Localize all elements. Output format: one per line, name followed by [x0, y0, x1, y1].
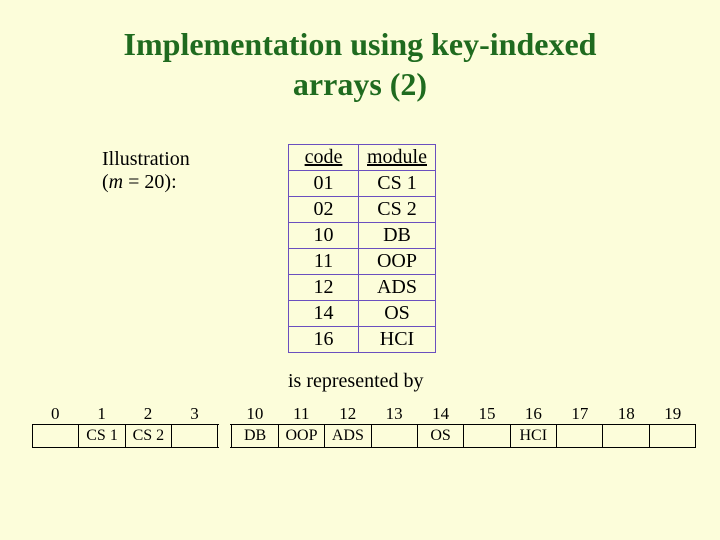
cell-code: 01	[289, 171, 359, 197]
illustration-paren: (	[102, 171, 109, 193]
cell-module: DB	[359, 223, 436, 249]
illustration-word: Illustration	[102, 148, 190, 170]
array-cell	[372, 425, 418, 447]
array-index: 19	[649, 404, 695, 424]
slide-title: Implementation using key-indexed arrays …	[0, 0, 720, 104]
array-index: 2	[125, 404, 171, 424]
cell-module: OOP	[359, 249, 436, 275]
cell-code: 14	[289, 301, 359, 327]
array-index: 11	[278, 404, 324, 424]
ellipsis-gap	[218, 425, 232, 447]
array-index: 18	[603, 404, 649, 424]
array-cells: CS 1 CS 2 DB OOP ADS OS HCI	[32, 424, 696, 448]
table-row: 16HCI	[289, 327, 436, 353]
modules-table: code module 01CS 1 02CS 2 10DB 11OOP 12A…	[288, 144, 436, 353]
array-cell: OS	[418, 425, 464, 447]
illustration-eq: = 20):	[123, 171, 177, 193]
illustration-label: Illustration (m = 20):	[102, 148, 190, 194]
table-row: 02CS 2	[289, 197, 436, 223]
table-row: 14OS	[289, 301, 436, 327]
array-cell: DB	[232, 425, 278, 447]
array-index: 15	[464, 404, 510, 424]
array-cell	[650, 425, 695, 447]
array-indices: 0 1 2 3 10 11 12 13 14 15 16 17 18 19	[32, 404, 696, 424]
cell-module: OS	[359, 301, 436, 327]
table-row: 12ADS	[289, 275, 436, 301]
header-code: code	[289, 145, 359, 171]
table-row: 11OOP	[289, 249, 436, 275]
array-cell: CS 1	[79, 425, 125, 447]
array-cell	[464, 425, 510, 447]
array-diagram: 0 1 2 3 10 11 12 13 14 15 16 17 18 19 CS…	[32, 404, 696, 448]
array-index: 10	[232, 404, 278, 424]
array-index: 12	[325, 404, 371, 424]
array-cell	[172, 425, 218, 447]
array-cell: OOP	[279, 425, 325, 447]
array-cell	[557, 425, 603, 447]
illustration-m: m	[109, 171, 123, 193]
array-cell	[33, 425, 79, 447]
array-cell	[603, 425, 649, 447]
cell-code: 11	[289, 249, 359, 275]
cell-module: ADS	[359, 275, 436, 301]
array-index: 17	[557, 404, 603, 424]
title-line-2: arrays (2)	[293, 66, 427, 102]
cell-code: 12	[289, 275, 359, 301]
array-index: 0	[32, 404, 78, 424]
cell-module: CS 1	[359, 171, 436, 197]
array-cell: HCI	[511, 425, 557, 447]
array-index: 1	[78, 404, 124, 424]
cell-code: 16	[289, 327, 359, 353]
array-index: 16	[510, 404, 556, 424]
array-cell: ADS	[325, 425, 371, 447]
cell-code: 10	[289, 223, 359, 249]
cell-code: 02	[289, 197, 359, 223]
array-cell: CS 2	[126, 425, 172, 447]
represented-by-text: is represented by	[288, 370, 424, 393]
array-index: 3	[171, 404, 217, 424]
header-module: module	[359, 145, 436, 171]
table-row: 10DB	[289, 223, 436, 249]
cell-module: CS 2	[359, 197, 436, 223]
table-row: 01CS 1	[289, 171, 436, 197]
table-header-row: code module	[289, 145, 436, 171]
title-line-1: Implementation using key-indexed	[124, 26, 597, 62]
array-index: 14	[417, 404, 463, 424]
array-index: 13	[371, 404, 417, 424]
cell-module: HCI	[359, 327, 436, 353]
